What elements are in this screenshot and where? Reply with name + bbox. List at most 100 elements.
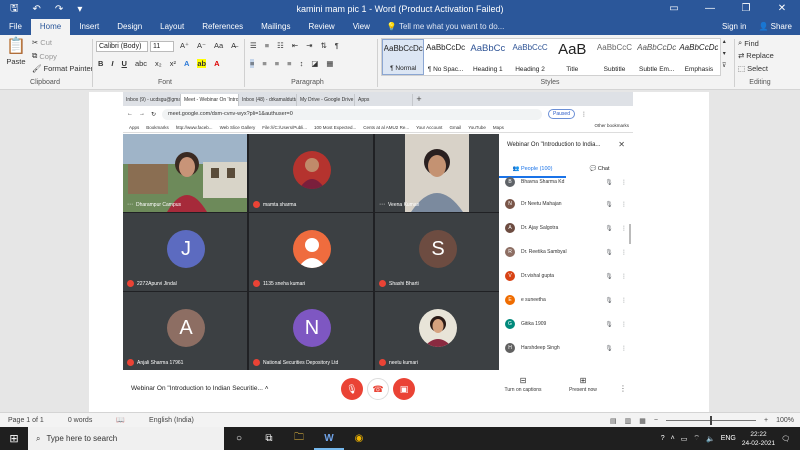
style-no-spacing[interactable]: AaBbCcDc ¶ No Spac... xyxy=(424,39,466,75)
undo-icon[interactable]: ↶ xyxy=(33,4,41,15)
participant-row[interactable]: H Harshdeep Singh 🎙 ⋮ xyxy=(505,338,627,358)
participant-row[interactable]: B Bhavna Sharma Kd 🎙 ⋮ xyxy=(505,176,625,188)
present-now-button[interactable]: ⊞ Present now xyxy=(561,376,605,393)
style-heading-1[interactable]: AaBbCc Heading 1 xyxy=(467,39,509,75)
other-bookmarks[interactable]: Other bookmarks xyxy=(594,123,629,128)
format-painter-button[interactable]: 🖌 Format Painter xyxy=(32,64,93,73)
style-subtle-emphasis[interactable]: AaBbCcDc Subtle Em... xyxy=(636,39,678,75)
more-options-icon[interactable]: ⋮ xyxy=(621,273,627,280)
decrease-indent-icon[interactable]: ⇤ xyxy=(292,41,298,50)
read-mode-icon[interactable]: ▤ xyxy=(610,417,617,425)
proofing-icon[interactable]: 📖 xyxy=(108,416,141,424)
tab-insert[interactable]: Insert xyxy=(70,19,108,35)
participant-row[interactable]: V Dr.vishal gupta 🎙 ⋮ xyxy=(505,266,627,286)
cut-button[interactable]: ✂ Cut xyxy=(32,38,52,47)
profile-paused-badge[interactable]: Paused xyxy=(548,109,575,119)
back-icon[interactable]: ← xyxy=(127,111,133,117)
tab-layout[interactable]: Layout xyxy=(151,19,193,35)
borders-icon[interactable]: ▦ xyxy=(326,59,333,68)
url-field[interactable]: meet.google.com/dsm-cvnv-wyx?pli=1&authu… xyxy=(162,108,543,120)
captions-button[interactable]: ⊟ Turn on captions xyxy=(501,376,545,393)
tab-review[interactable]: Review xyxy=(299,19,343,35)
bookmark-bookmarks[interactable]: Bookmarks xyxy=(146,125,169,130)
font-size-combo[interactable]: 11 xyxy=(150,41,174,52)
mic-toggle-button[interactable]: 🎙 xyxy=(341,378,363,400)
more-options-icon[interactable]: ⋮ xyxy=(621,297,627,304)
subscript-button[interactable]: x₂ xyxy=(155,59,162,68)
windows-start-icon[interactable]: ⊞ xyxy=(0,432,28,445)
tab-file[interactable]: File xyxy=(0,19,31,35)
chevron-up-icon[interactable]: ˄ xyxy=(671,435,675,442)
video-tile-apurvi[interactable]: J 2272Apurvi Jindal xyxy=(123,213,247,291)
new-tab-icon[interactable]: + xyxy=(413,94,425,106)
shading-icon[interactable]: ◪ xyxy=(311,59,318,68)
more-options-icon[interactable]: ⋮ xyxy=(621,249,627,256)
reload-icon[interactable]: ↻ xyxy=(151,111,156,118)
customize-toolbar-icon[interactable]: ▾ xyxy=(77,4,82,15)
find-button[interactable]: ⌕ Find xyxy=(738,38,759,48)
battery-icon[interactable]: ▭ xyxy=(681,435,688,443)
leave-call-button[interactable]: ☎ xyxy=(367,378,389,400)
save-icon[interactable]: 🖫 xyxy=(10,1,19,18)
bookmark-gmail[interactable]: Gmail xyxy=(449,125,461,130)
bookmark-youtube[interactable]: YouTube xyxy=(468,125,486,130)
justify-icon[interactable]: ≡ xyxy=(287,59,291,68)
cortana-icon[interactable]: ○ xyxy=(224,433,254,444)
participant-row[interactable]: A Dr. Ajay Salgotra 🎙 ⋮ xyxy=(505,218,627,238)
video-tile-dharampur[interactable]: ⋯ Dharampur Campus xyxy=(123,134,247,212)
highlight-button[interactable]: ab xyxy=(197,59,207,68)
copy-button[interactable]: ⧉ Copy xyxy=(32,51,57,61)
bookmark-facebook[interactable]: http://www.faceb... xyxy=(176,125,213,130)
camera-toggle-button[interactable]: ▣ xyxy=(393,378,415,400)
participant-row[interactable]: G Gitika 1909 🎙 ⋮ xyxy=(505,314,627,334)
font-name-combo[interactable]: Calibri (Body) xyxy=(96,41,148,52)
multilevel-list-icon[interactable]: ☷ xyxy=(277,41,284,50)
notifications-icon[interactable]: 🗨 xyxy=(781,435,790,443)
web-layout-icon[interactable]: ▦ xyxy=(639,417,646,425)
more-options-icon[interactable]: ⋯ xyxy=(127,201,133,208)
panel-scrollbar[interactable] xyxy=(629,224,631,244)
video-tile-mamta[interactable]: mamta sharma xyxy=(249,134,373,212)
style-subtitle[interactable]: AaBbCcC Subtitle xyxy=(593,39,635,75)
grow-font-button[interactable]: A⁺ xyxy=(180,41,189,50)
word-count[interactable]: 0 words xyxy=(60,417,109,424)
tab-home[interactable]: Home xyxy=(30,19,71,35)
text-effects-button[interactable]: A xyxy=(184,59,189,68)
shrink-font-button[interactable]: A⁻ xyxy=(197,41,206,50)
font-color-button[interactable]: A xyxy=(214,59,219,68)
increase-indent-icon[interactable]: ⇥ xyxy=(306,41,312,50)
align-center-icon[interactable]: ≡ xyxy=(262,59,266,68)
paste-button[interactable]: 📋 Paste xyxy=(6,39,26,67)
style-emphasis[interactable]: AaBbCcDc Emphasis xyxy=(678,39,720,75)
bookmark-cents[interactable]: Cents at al AMU2 Re... xyxy=(363,125,409,130)
restore-button[interactable]: ❐ xyxy=(728,0,764,18)
tab-view[interactable]: View xyxy=(344,19,379,35)
file-explorer-icon[interactable]: 🗀 xyxy=(284,430,314,447)
style-heading-2[interactable]: AaBbCcC Heading 2 xyxy=(509,39,551,75)
bookmark-account[interactable]: Your Account xyxy=(416,125,442,130)
task-view-icon[interactable]: ⧉ xyxy=(254,433,284,444)
more-options-icon[interactable]: ⋯ xyxy=(379,201,385,208)
chrome-app-icon[interactable]: ◉ xyxy=(344,433,374,444)
video-tile-veena[interactable]: ⋯ Veena Kumari xyxy=(375,134,499,212)
share-button[interactable]: 👤 Share xyxy=(758,22,792,31)
more-options-icon[interactable]: ⋮ xyxy=(619,384,627,393)
browser-tab-meet[interactable]: Meet - Webinar On 'Introdu...' xyxy=(181,94,239,106)
menu-icon[interactable]: ⋮ xyxy=(581,111,587,118)
video-tile-neetu[interactable]: neetu kumari xyxy=(375,292,499,370)
participant-row[interactable]: N Dr Neetu Mahajan 🎙 ⋮ xyxy=(505,194,627,214)
help-icon[interactable]: ? xyxy=(661,435,665,442)
video-tile-shashi[interactable]: S Shashi Bharti xyxy=(375,213,499,291)
clear-formatting-button[interactable]: A̶ xyxy=(231,41,236,50)
italic-button[interactable]: I xyxy=(111,59,113,68)
browser-tab-gmail-1[interactable]: Inbox (9) - ucdsgu@gmail.com xyxy=(123,94,181,106)
tab-references[interactable]: References xyxy=(193,19,252,35)
style-normal[interactable]: AaBbCcDc ¶ Normal xyxy=(382,39,425,75)
align-left-icon[interactable]: ≡ xyxy=(250,59,255,68)
sort-icon[interactable]: ⇅ xyxy=(320,41,326,50)
show-marks-icon[interactable]: ¶ xyxy=(335,41,339,50)
bookmark-apps[interactable]: Apps xyxy=(129,125,139,130)
line-spacing-icon[interactable]: ↕ xyxy=(300,59,304,68)
close-icon[interactable]: ✕ xyxy=(618,140,625,149)
browser-tab-drive[interactable]: My Drive - Google Drive xyxy=(297,94,355,106)
